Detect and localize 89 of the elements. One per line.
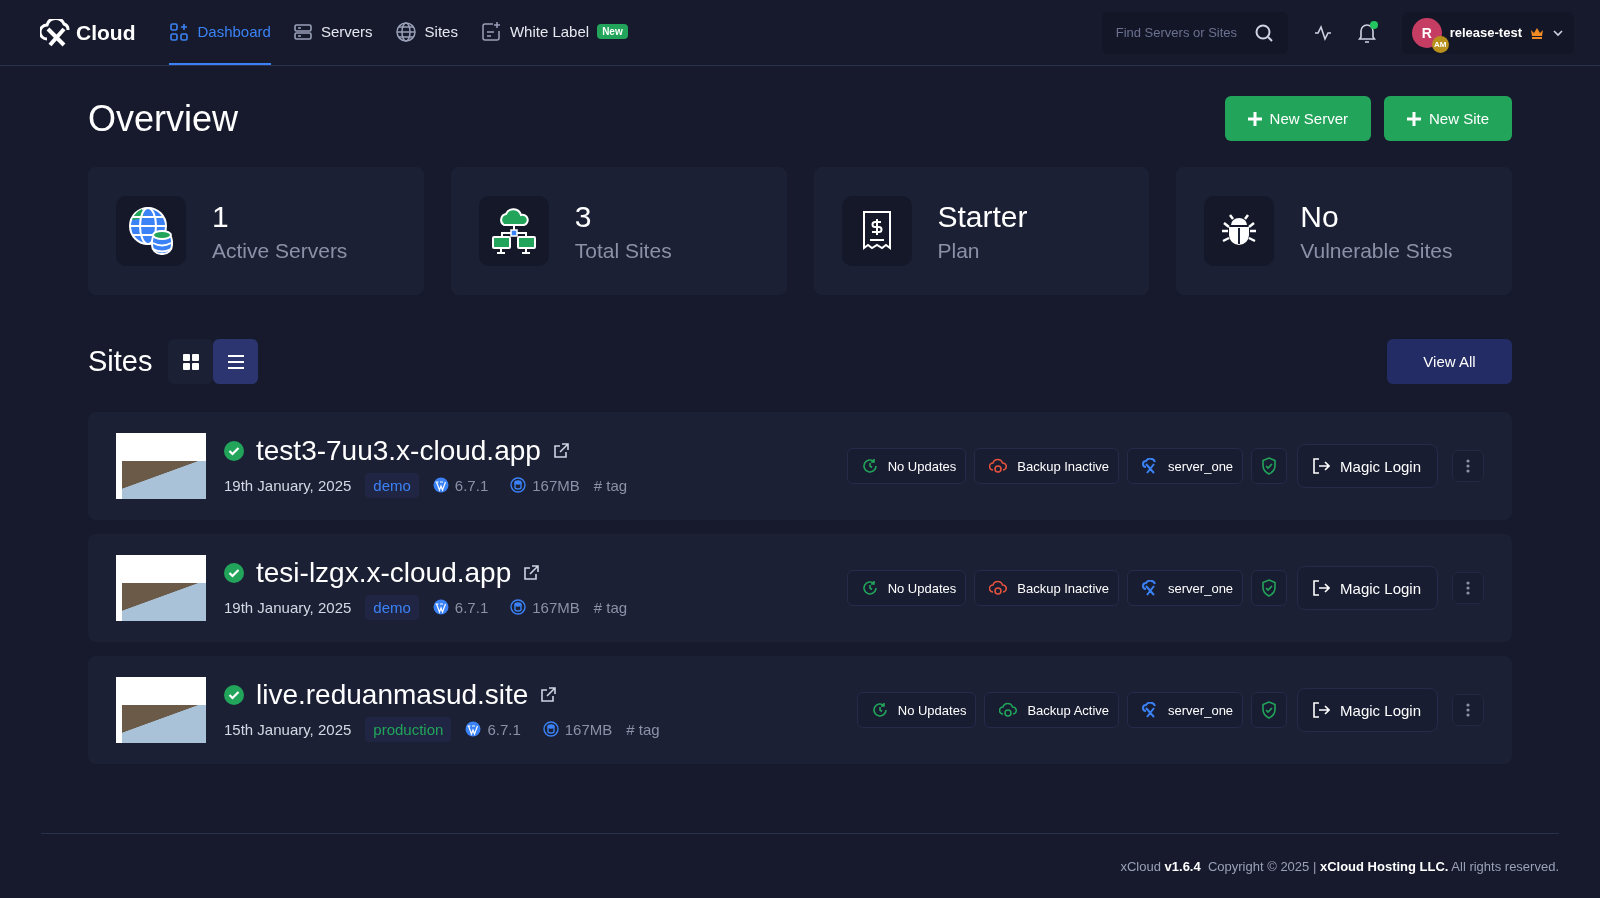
site-domain[interactable]: tesi-lzgx.x-cloud.app — [256, 556, 512, 589]
nav-tab[interactable]: Dashboard — [169, 0, 271, 65]
backup-status: Backup Active — [984, 692, 1120, 728]
plus-icon — [1406, 111, 1421, 126]
server-logo-icon — [1142, 580, 1159, 596]
plus-icon — [1247, 111, 1262, 126]
environment-tag: demo — [365, 594, 419, 620]
chevron-down-icon — [1552, 28, 1564, 37]
site-date: 19th January, 2025 — [224, 476, 352, 494]
database-icon — [510, 477, 527, 493]
login-icon — [1312, 579, 1331, 597]
external-link-icon[interactable] — [552, 442, 569, 459]
kebab-icon — [1466, 703, 1470, 717]
wordpress-icon — [432, 477, 449, 493]
site-tag[interactable]: # tag — [626, 720, 660, 738]
login-icon — [1312, 701, 1331, 719]
server-link[interactable]: server_one — [1127, 692, 1244, 728]
search-field[interactable]: Find Servers or Sites — [1101, 11, 1288, 54]
role-badge: AM — [1431, 35, 1449, 53]
nav-tab[interactable]: Sites — [394, 0, 458, 65]
magic-login-button[interactable]: Magic Login — [1297, 566, 1438, 610]
new-badge: New — [597, 24, 628, 39]
wordpress-version: 6.7.1 — [487, 720, 521, 738]
magic-login-button[interactable]: Magic Login — [1297, 444, 1438, 488]
cloud-network-icon — [489, 207, 538, 255]
dashboard-icon — [169, 21, 190, 42]
wordpress-version: 6.7.1 — [454, 598, 489, 616]
updates-status: No Updates — [846, 448, 967, 484]
stat-value: Starter — [937, 199, 1028, 235]
database-icon — [510, 599, 527, 615]
stat-value: 3 — [574, 199, 593, 235]
section-title: Sites — [88, 345, 153, 378]
server-logo-icon — [1142, 458, 1159, 474]
environment-tag: demo — [365, 472, 419, 498]
footer-text: xCloud v1.6.4 Copyright © 2025 | xCloud Hosting LLC. All rights reserved. — [1120, 858, 1559, 874]
refresh-icon — [861, 458, 878, 474]
site-size: 167MB — [532, 476, 580, 494]
site-date: 15th January, 2025 — [224, 720, 352, 738]
kebab-icon — [1466, 581, 1470, 595]
wordpress-version: 6.7.1 — [454, 476, 489, 494]
refresh-icon — [861, 580, 878, 596]
site-size: 167MB — [532, 598, 580, 616]
stat-label: Active Servers — [212, 239, 348, 263]
refresh-icon — [871, 702, 888, 718]
crown-icon — [1530, 26, 1544, 39]
site-tag[interactable]: # tag — [593, 598, 628, 616]
server-logo-icon — [1142, 702, 1159, 718]
view-toggle[interactable] — [168, 339, 214, 384]
wordpress-icon — [432, 599, 449, 615]
page-title: Overview — [88, 97, 239, 140]
grid-icon — [183, 353, 199, 370]
nav-tab[interactable]: White Label New — [479, 0, 628, 65]
database-icon — [542, 721, 559, 737]
site-date: 19th January, 2025 — [224, 598, 352, 616]
site-tag[interactable]: # tag — [593, 476, 628, 494]
backup-status: Backup Inactive — [974, 448, 1120, 484]
globe-database-icon — [128, 206, 174, 256]
site-domain[interactable]: test3-7uu3.x-cloud.app — [256, 434, 541, 467]
server-icon — [292, 21, 313, 42]
stat-value: No — [1300, 199, 1340, 235]
view-all-button[interactable]: View All — [1387, 339, 1512, 384]
login-icon — [1312, 457, 1331, 475]
list-icon — [228, 354, 244, 369]
updates-status: No Updates — [856, 692, 977, 728]
site-size: 167MB — [564, 720, 613, 738]
stat-value: 1 — [212, 199, 230, 235]
updates-status: No Updates — [846, 570, 967, 606]
wordpress-icon — [465, 721, 482, 737]
user-menu[interactable]: R AM release-test — [1401, 11, 1574, 54]
external-link-icon[interactable] — [540, 686, 557, 703]
stat-label: Plan — [937, 239, 981, 263]
backup-status: Backup Inactive — [974, 570, 1120, 606]
document-plus-icon — [479, 20, 502, 43]
kebab-icon — [1466, 459, 1470, 473]
server-link[interactable]: server_one — [1127, 448, 1244, 484]
site-domain[interactable]: live.reduanmasud.site — [256, 678, 529, 711]
logo-text[interactable]: Cloud — [76, 20, 136, 45]
globe-icon — [394, 20, 417, 43]
server-link[interactable]: server_one — [1127, 570, 1244, 606]
stat-label: Total Sites — [574, 239, 672, 263]
nav-tab[interactable]: Servers — [292, 0, 373, 65]
bell-icon[interactable] — [1357, 22, 1376, 43]
stat-label: Vulnerable Sites — [1300, 239, 1453, 263]
magic-login-button[interactable]: Magic Login — [1297, 688, 1438, 732]
external-link-icon[interactable] — [523, 564, 540, 581]
environment-tag: production — [365, 716, 452, 742]
activity-icon[interactable] — [1313, 23, 1332, 42]
view-toggle[interactable] — [213, 339, 259, 384]
search-icon[interactable] — [1253, 22, 1274, 43]
